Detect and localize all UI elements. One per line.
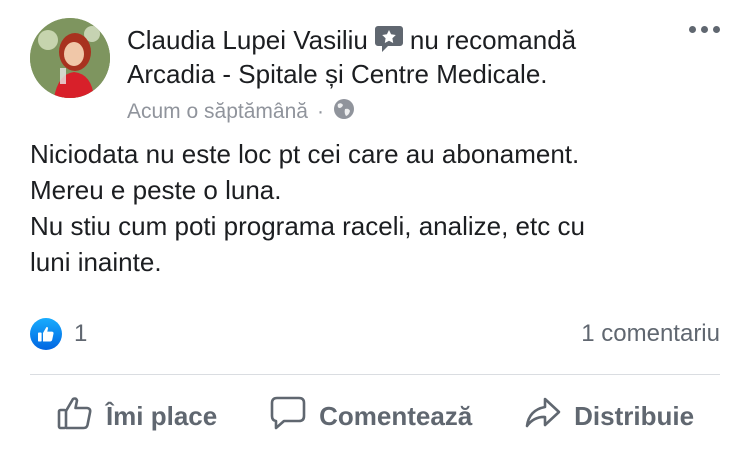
divider <box>30 374 720 375</box>
more-dot <box>713 26 720 33</box>
post-text-line: Mereu e peste o luna. <box>30 175 282 205</box>
comments-count[interactable]: 1 comentariu <box>581 320 720 348</box>
avatar[interactable] <box>30 18 110 98</box>
page-name[interactable]: Arcadia - Spitale și Centre Medicale. <box>127 59 548 89</box>
share-button[interactable]: Distribuie <box>524 394 694 439</box>
comment-label: Comentează <box>319 400 473 431</box>
post-text-line: Nu stiu cum poti programa raceli, analiz… <box>30 211 585 241</box>
recommends-text: nu recomandă <box>409 25 577 55</box>
likes-count: 1 <box>74 320 88 347</box>
post-text-line: luni inainte. <box>30 247 162 277</box>
more-dot <box>701 26 708 33</box>
like-label: Îmi place <box>105 400 218 431</box>
post-body: Niciodata nu este loc pt cei care au abo… <box>30 136 720 280</box>
thumbs-up-icon <box>56 394 94 439</box>
comment-button[interactable]: Comentează <box>269 394 472 439</box>
post-meta: Acum o săptămână · <box>127 98 355 126</box>
author-name[interactable]: Claudia Lupei Vasiliu <box>127 25 368 55</box>
meta-separator: · <box>316 100 324 123</box>
share-label: Distribuie <box>574 400 695 431</box>
post-text-line: Niciodata nu este loc pt cei care au abo… <box>30 139 580 169</box>
like-reaction-icon <box>30 318 62 350</box>
more-options-icon[interactable] <box>689 26 720 33</box>
timestamp[interactable]: Acum o săptămână <box>127 100 308 124</box>
post-header: Claudia Lupei Vasiliu nu recomandă <box>127 24 576 60</box>
avatar-photo <box>30 18 110 98</box>
page-name-line: Arcadia - Spitale și Centre Medicale. <box>127 58 548 90</box>
recommendation-icon <box>374 25 404 60</box>
like-button[interactable]: Îmi place <box>56 394 217 439</box>
more-dot <box>689 26 696 33</box>
action-bar: Îmi place Comentează Distribuie <box>30 386 720 446</box>
comment-icon <box>269 394 307 439</box>
share-icon <box>524 394 562 439</box>
likes-summary[interactable]: 1 <box>30 318 87 350</box>
globe-icon[interactable] <box>333 98 355 126</box>
